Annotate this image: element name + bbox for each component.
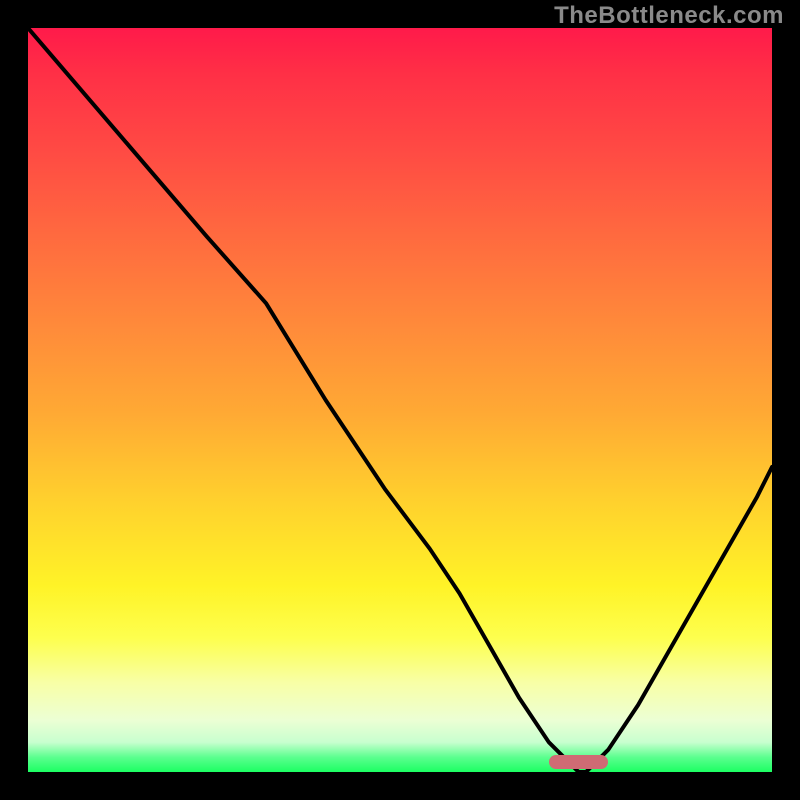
optimal-range-marker (549, 755, 609, 769)
bottleneck-curve (28, 28, 772, 772)
plot-area (28, 28, 772, 772)
chart-frame: TheBottleneck.com (0, 0, 800, 800)
watermark-text: TheBottleneck.com (554, 2, 784, 30)
curve-path (28, 28, 772, 772)
